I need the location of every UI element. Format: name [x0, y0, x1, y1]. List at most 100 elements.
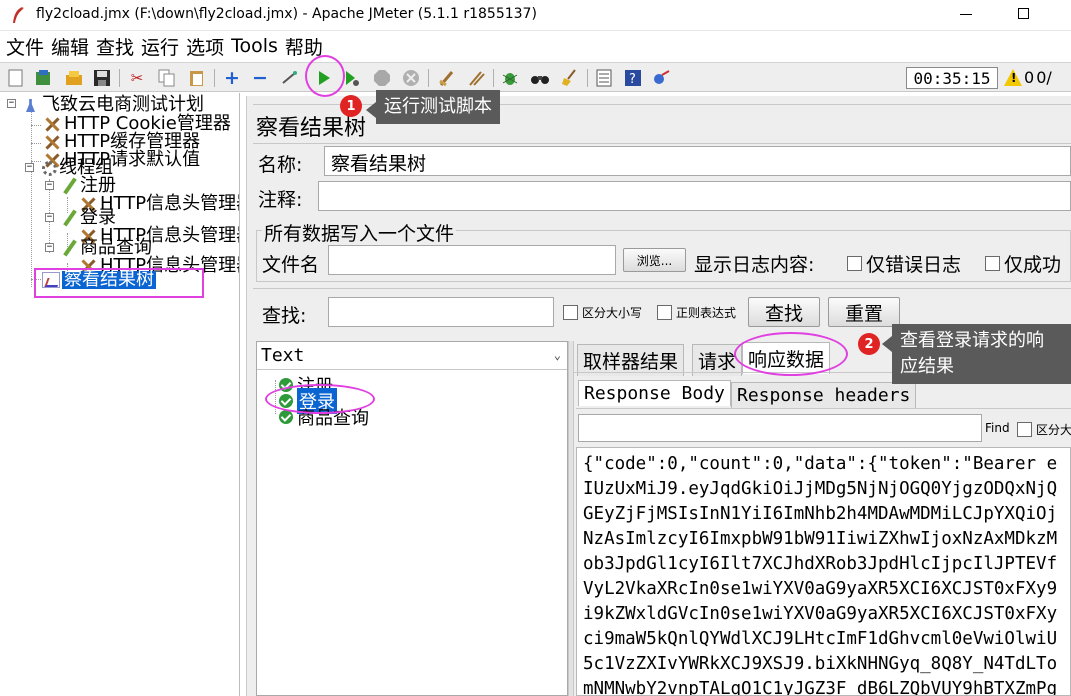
login-expander[interactable]: −: [45, 213, 54, 222]
browse-button[interactable]: 浏览...: [623, 248, 686, 272]
response-body[interactable]: {"code":0,"count":0,"data":{"token":"Bea…: [576, 447, 1071, 696]
open-icon[interactable]: [64, 68, 84, 88]
paste-icon[interactable]: [187, 68, 207, 88]
step-2-callout: 查看登录请求的响 应结果: [882, 324, 1071, 384]
cut-icon[interactable]: ✂: [127, 68, 147, 88]
sampler-icon: [60, 240, 78, 256]
test-plan-icon: [22, 97, 40, 113]
new-icon[interactable]: [6, 68, 26, 88]
menu-tools[interactable]: Tools: [231, 35, 278, 57]
warning-count: 0: [1024, 68, 1035, 87]
toolbar: ✂ + − ? 00:35:15 0 0/: [0, 62, 1071, 92]
checkbox-box: [563, 305, 578, 320]
error-indicator[interactable]: 0 0/: [1004, 68, 1052, 87]
sampler-icon: [60, 178, 78, 194]
svg-text:?: ?: [629, 72, 636, 87]
menu-bar: 文件 编辑 查找 运行 选项 Tools 帮助: [0, 31, 1071, 61]
errors-only-checkbox[interactable]: 仅错误日志: [847, 250, 961, 277]
clear-icon[interactable]: [437, 68, 457, 88]
wrench-icon: [44, 134, 62, 150]
log-display-label: 显示日志内容:: [694, 254, 815, 276]
step-1-badge: 1: [340, 95, 362, 117]
menu-edit[interactable]: 编辑: [51, 33, 89, 60]
test-plan-tree: − 飞致云电商测试计划 HTTP Cookie管理器 HTTP缓存管理器 HTT…: [0, 93, 240, 696]
response-line: ci9maW5kQnlQYWdlXCJ9LHtcImF1dGhvcml0eVwi…: [583, 629, 1058, 649]
remote-icon[interactable]: [652, 68, 672, 88]
renderer-select[interactable]: Text ⌄: [257, 342, 567, 370]
response-line: VyL2VkaXRcIn0se1wiYXV0aG9yaXR5XCI6XCJST0…: [583, 579, 1058, 599]
sampler-icon: [60, 210, 78, 226]
shutdown-icon[interactable]: [401, 68, 421, 88]
menu-run[interactable]: 运行: [141, 33, 179, 60]
start-button-highlight: [305, 55, 345, 97]
chevron-down-icon: ⌄: [553, 348, 561, 362]
checkbox-box: [657, 305, 672, 320]
success-only-checkbox[interactable]: 仅成功: [985, 250, 1061, 277]
toggle-icon[interactable]: [280, 68, 300, 88]
step-2-badge: 2: [858, 333, 880, 355]
success-icon: [279, 410, 293, 424]
response-line: 5c1VzZXIvYWRkXCJ9XSJ9.biXkNHNGyq_8Q8Y_N4…: [583, 654, 1058, 674]
response-line: {"code":0,"count":0,"data":{"token":"Bea…: [583, 454, 1058, 474]
checkbox-box: [1017, 422, 1032, 437]
copy-icon[interactable]: [157, 68, 177, 88]
comment-label: 注释:: [258, 189, 303, 211]
response-line: mNMNwbY2vnpTALqO1C1yJGZ3F_dB6LZQbVUY9hBT…: [583, 679, 1058, 696]
checkbox-box: [847, 256, 862, 271]
tree-root[interactable]: 飞致云电商测试计划: [22, 96, 204, 114]
response-line: IUzUxMiJ9.eyJqdGkiOiJjMDg5NjNjOGQ0YjgzOD…: [583, 479, 1058, 499]
reset-button[interactable]: 重置: [828, 297, 900, 327]
expand-icon[interactable]: +: [222, 68, 242, 88]
find-label: Find: [985, 421, 1010, 435]
regex-checkbox[interactable]: 正则表达式: [657, 304, 736, 321]
function-helper-icon[interactable]: [594, 68, 614, 88]
register-expander[interactable]: −: [45, 181, 54, 190]
step-1-callout: 运行测试脚本: [366, 90, 500, 124]
warning-icon: [1004, 69, 1022, 86]
title-bar: fly2cload.jmx (F:\down\fly2cload.jmx) - …: [0, 0, 1071, 31]
save-icon[interactable]: [92, 68, 112, 88]
root-expander[interactable]: −: [7, 99, 16, 108]
checkbox-box: [985, 256, 1000, 271]
tab-response-headers[interactable]: Response headers: [731, 382, 917, 408]
response-line: ob3JpdGl1cyI6Ilt7XCJhdXRob3JpdHlcIjpcIlJ…: [583, 554, 1058, 574]
case-sensitive-checkbox[interactable]: 区分大小写: [563, 304, 642, 321]
menu-file[interactable]: 文件: [6, 33, 44, 60]
file-name-input[interactable]: [328, 245, 616, 275]
menu-options[interactable]: 选项: [186, 33, 224, 60]
maximize-button[interactable]: [1018, 8, 1029, 19]
login-sample-highlight: [265, 384, 375, 414]
comment-field[interactable]: [318, 181, 1071, 211]
product-query-expander[interactable]: −: [45, 243, 54, 252]
start-no-pauses-icon[interactable]: [342, 68, 362, 88]
results-tree-item-highlight: [34, 268, 204, 298]
gear-icon: [42, 160, 57, 176]
thread-count: 0/: [1036, 68, 1052, 87]
name-label: 名称:: [258, 154, 303, 176]
name-field[interactable]: 察看结果树: [324, 146, 1071, 176]
minimize-button[interactable]: [960, 14, 972, 15]
broom-icon[interactable]: [560, 68, 580, 88]
templates-icon[interactable]: [33, 68, 53, 88]
search-label: 查找:: [262, 305, 307, 327]
stop-icon[interactable]: [372, 68, 392, 88]
find-case-checkbox[interactable]: 区分大: [1017, 421, 1071, 438]
response-line: i9kZWxldGVcIn0se1wiYXV0aG9yaXR5XCI6XCJST…: [583, 604, 1058, 624]
jmeter-feather-icon: [13, 7, 24, 23]
tab-response-body[interactable]: Response Body: [578, 380, 731, 406]
bug-icon[interactable]: [500, 68, 520, 88]
find-input[interactable]: [578, 414, 982, 442]
help-icon[interactable]: ?: [623, 68, 643, 88]
binoculars-icon[interactable]: [530, 68, 550, 88]
collapse-icon[interactable]: −: [250, 68, 270, 88]
window-title: fly2cload.jmx (F:\down\fly2cload.jmx) - …: [36, 6, 537, 22]
response-line: GEyZjFjMSIsInN1YiI6ImNhb2h4MDAwMDMiLCJpY…: [583, 504, 1058, 524]
search-input[interactable]: [328, 297, 554, 327]
search-button[interactable]: 查找: [748, 297, 820, 327]
response-line: NzAsImlzcyI6ImxpbW91bW91IiwiZXhwIjoxNzAx…: [583, 529, 1058, 549]
menu-search[interactable]: 查找: [96, 33, 134, 60]
thread-group-expander[interactable]: −: [25, 163, 34, 172]
file-name-label: 文件名: [262, 254, 320, 276]
clear-all-icon[interactable]: [466, 68, 486, 88]
response-data-tab-highlight: [734, 332, 848, 376]
